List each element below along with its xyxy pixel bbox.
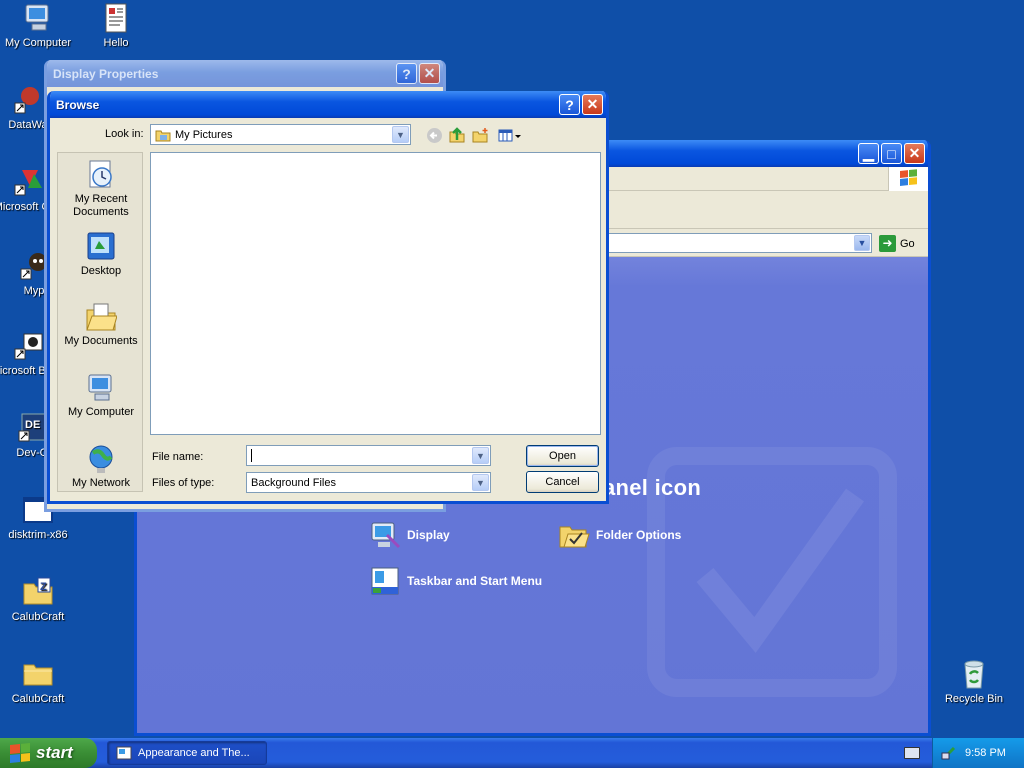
file-type-select[interactable]: Background Files ▼ — [246, 472, 491, 493]
browse-dialog: Browse ? ✕ Look in: My Pictures ▼ My Rec… — [47, 91, 609, 504]
taskbar-icon — [369, 565, 401, 597]
help-button[interactable]: ? — [559, 94, 580, 115]
zip-folder-icon: Z — [22, 576, 54, 608]
minimize-button[interactable]: ▁ — [858, 143, 879, 164]
close-button[interactable]: ✕ — [419, 63, 440, 84]
keyboard-icon[interactable] — [904, 747, 920, 759]
view-menu-icon[interactable] — [498, 127, 522, 144]
look-in-select[interactable]: My Pictures ▼ — [150, 124, 411, 145]
chevron-down-icon[interactable]: ▼ — [472, 447, 489, 464]
look-in-row: Look in: My Pictures ▼ — [50, 123, 606, 147]
file-type-label: Files of type: — [152, 477, 215, 489]
address-input[interactable]: ▼ — [597, 233, 872, 253]
desktop-icon-my-computer[interactable]: My Computer — [0, 2, 76, 49]
desktop-icon-label: Hello — [103, 37, 129, 49]
svg-text:Z: Z — [40, 581, 47, 593]
folder-options-icon — [558, 519, 590, 551]
file-name-input[interactable]: ▼ — [246, 445, 491, 466]
desktop-icon-calubcraft-folder[interactable]: CalubCraft — [0, 658, 76, 705]
recent-documents-icon — [85, 159, 117, 191]
file-name-label: File name: — [152, 451, 204, 463]
taskbar: start Appearance and The... 9:58 PM — [0, 738, 1024, 768]
cp-item-display[interactable]: Display — [369, 519, 450, 551]
go-label: Go — [900, 237, 915, 250]
help-button[interactable]: ? — [396, 63, 417, 84]
cp-item-taskbar[interactable]: Taskbar and Start Menu — [369, 565, 542, 597]
windows-flag-icon — [10, 742, 30, 764]
place-my-network[interactable]: My Network — [58, 443, 144, 490]
close-button[interactable]: ✕ — [582, 94, 603, 115]
desktop-icon-calubcraft-zip[interactable]: Z CalubCraft — [0, 576, 76, 623]
cp-item-label: Display — [407, 528, 450, 542]
file-type-value: Background Files — [251, 476, 336, 489]
clock[interactable]: 9:58 PM — [965, 747, 1006, 759]
open-button[interactable]: Open — [526, 445, 599, 467]
maximize-button[interactable]: □ — [881, 143, 902, 164]
cp-item-label: Taskbar and Start Menu — [407, 574, 543, 588]
desktop-icon-hello[interactable]: Hello — [78, 2, 154, 49]
control-panel-icon — [116, 746, 132, 760]
shortcut-icon — [12, 330, 44, 362]
my-documents-icon — [85, 301, 118, 333]
window-title: Display Properties — [53, 66, 159, 81]
windows-logo-icon — [888, 167, 928, 191]
network-status-icon[interactable] — [941, 745, 957, 761]
cp-item-label: Folder Options — [596, 528, 682, 542]
start-button[interactable]: start — [0, 738, 97, 768]
place-label: My Recent Documents — [73, 193, 129, 218]
look-in-label: Look in: — [105, 128, 144, 140]
file-list[interactable] — [150, 152, 601, 435]
place-label: My Computer — [67, 406, 135, 418]
desktop-icon-label: Recycle Bin — [944, 693, 1004, 705]
recycle-bin-icon — [958, 658, 990, 690]
desktop-icon-recycle-bin[interactable]: Recycle Bin — [936, 658, 1012, 705]
close-button[interactable]: ✕ — [904, 143, 925, 164]
chevron-down-icon[interactable]: ▼ — [854, 235, 870, 251]
go-button[interactable]: ➜ Go — [879, 235, 915, 252]
chevron-down-icon[interactable]: ▼ — [472, 474, 489, 491]
place-recent-documents[interactable]: My Recent Documents — [58, 159, 144, 219]
place-my-computer[interactable]: My Computer — [58, 372, 144, 419]
go-arrow-icon: ➜ — [879, 235, 896, 252]
desktop-icon-label: My Computer — [4, 37, 72, 49]
desktop-icon-label: CalubCraft — [11, 693, 65, 705]
desktop-icon-label: CalubCraft — [11, 611, 65, 623]
shortcut-icon — [12, 84, 44, 116]
network-icon — [85, 443, 117, 475]
place-desktop[interactable]: Desktop — [58, 231, 144, 278]
shortcut-icon — [12, 166, 44, 198]
dialog-title: Browse — [56, 97, 100, 112]
document-icon — [100, 2, 132, 34]
place-label: My Documents — [64, 335, 138, 347]
new-folder-icon[interactable] — [472, 127, 489, 144]
my-pictures-icon — [155, 130, 171, 141]
back-icon[interactable] — [426, 127, 443, 144]
browse-titlebar[interactable]: Browse ? ✕ — [50, 91, 606, 118]
folder-icon — [22, 658, 54, 690]
svg-text:DE: DE — [25, 419, 40, 431]
taskbar-item-appearance[interactable]: Appearance and The... — [107, 741, 267, 765]
computer-icon — [85, 372, 117, 404]
place-label: My Network — [71, 477, 131, 489]
desktop-icon-label: disktrim-x86 — [8, 529, 68, 541]
cp-item-folder-options[interactable]: Folder Options — [558, 519, 681, 551]
cancel-button[interactable]: Cancel — [526, 471, 599, 493]
chevron-down-icon[interactable]: ▼ — [392, 126, 409, 143]
page-heading: anel icon — [603, 475, 702, 500]
file-name-value — [251, 449, 252, 462]
system-tray: 9:58 PM — [932, 738, 1024, 768]
up-folder-icon[interactable] — [449, 127, 466, 144]
desktop-icon — [85, 231, 117, 263]
place-label: Desktop — [80, 265, 122, 277]
places-bar: My Recent Documents Desktop My Documents… — [57, 152, 143, 492]
display-icon — [369, 519, 401, 551]
start-label: start — [36, 743, 73, 762]
look-in-value: My Pictures — [175, 128, 233, 141]
taskbar-item-label: Appearance and The... — [138, 747, 250, 759]
place-my-documents[interactable]: My Documents — [58, 301, 144, 348]
display-properties-titlebar[interactable]: Display Properties ? ✕ — [47, 60, 443, 87]
computer-icon — [22, 2, 54, 34]
